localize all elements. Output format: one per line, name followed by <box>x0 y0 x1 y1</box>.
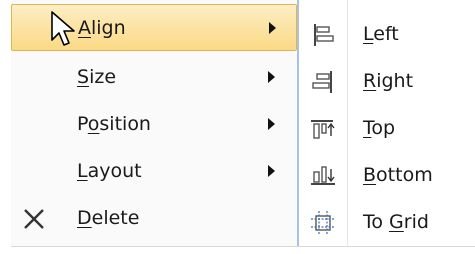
menu-item-layout-label: Layout <box>77 160 142 182</box>
submenu-item-top-label: Top <box>363 117 396 139</box>
submenu-item-left-label: Left <box>363 23 399 45</box>
submenu-arrow-icon <box>268 118 275 130</box>
menu-item-layout[interactable]: Layout <box>11 148 297 195</box>
menu-item-delete-label: Delete <box>77 207 140 229</box>
submenu-item-top[interactable]: Top <box>299 105 475 152</box>
menu-item-size-label: Size <box>77 66 117 88</box>
submenu-item-left[interactable]: Left <box>299 11 475 58</box>
align-to-grid-icon <box>311 211 335 235</box>
submenu-arrow-icon <box>268 71 275 83</box>
align-left-icon <box>314 24 334 46</box>
submenu-item-to-grid-label: To Grid <box>363 211 429 233</box>
close-x-icon <box>24 209 44 229</box>
submenu-item-to-grid[interactable]: To Grid <box>299 199 475 246</box>
menu-item-delete[interactable]: Delete <box>11 195 297 242</box>
menu-bottom-border <box>11 246 475 247</box>
submenu-item-right-label: Right <box>363 70 414 92</box>
align-top-icon <box>311 120 335 139</box>
submenu-item-right[interactable]: Right <box>299 58 475 105</box>
submenu-arrow-icon <box>268 165 275 177</box>
align-submenu: Left Right Top Bottom To Grid <box>297 0 475 246</box>
submenu-item-bottom[interactable]: Bottom <box>299 152 475 199</box>
menu-item-position-label: Position <box>77 113 151 135</box>
menu-item-align-label: Align <box>78 17 126 39</box>
menu-item-size[interactable]: Size <box>11 54 297 101</box>
align-bottom-icon <box>311 166 335 185</box>
context-menu: Align Size Position Layout Delete <box>11 0 298 246</box>
menu-item-position[interactable]: Position <box>11 101 297 148</box>
align-right-icon <box>312 71 332 93</box>
submenu-arrow-icon <box>269 22 276 34</box>
submenu-item-bottom-label: Bottom <box>363 164 433 186</box>
mouse-cursor-icon <box>51 11 75 46</box>
